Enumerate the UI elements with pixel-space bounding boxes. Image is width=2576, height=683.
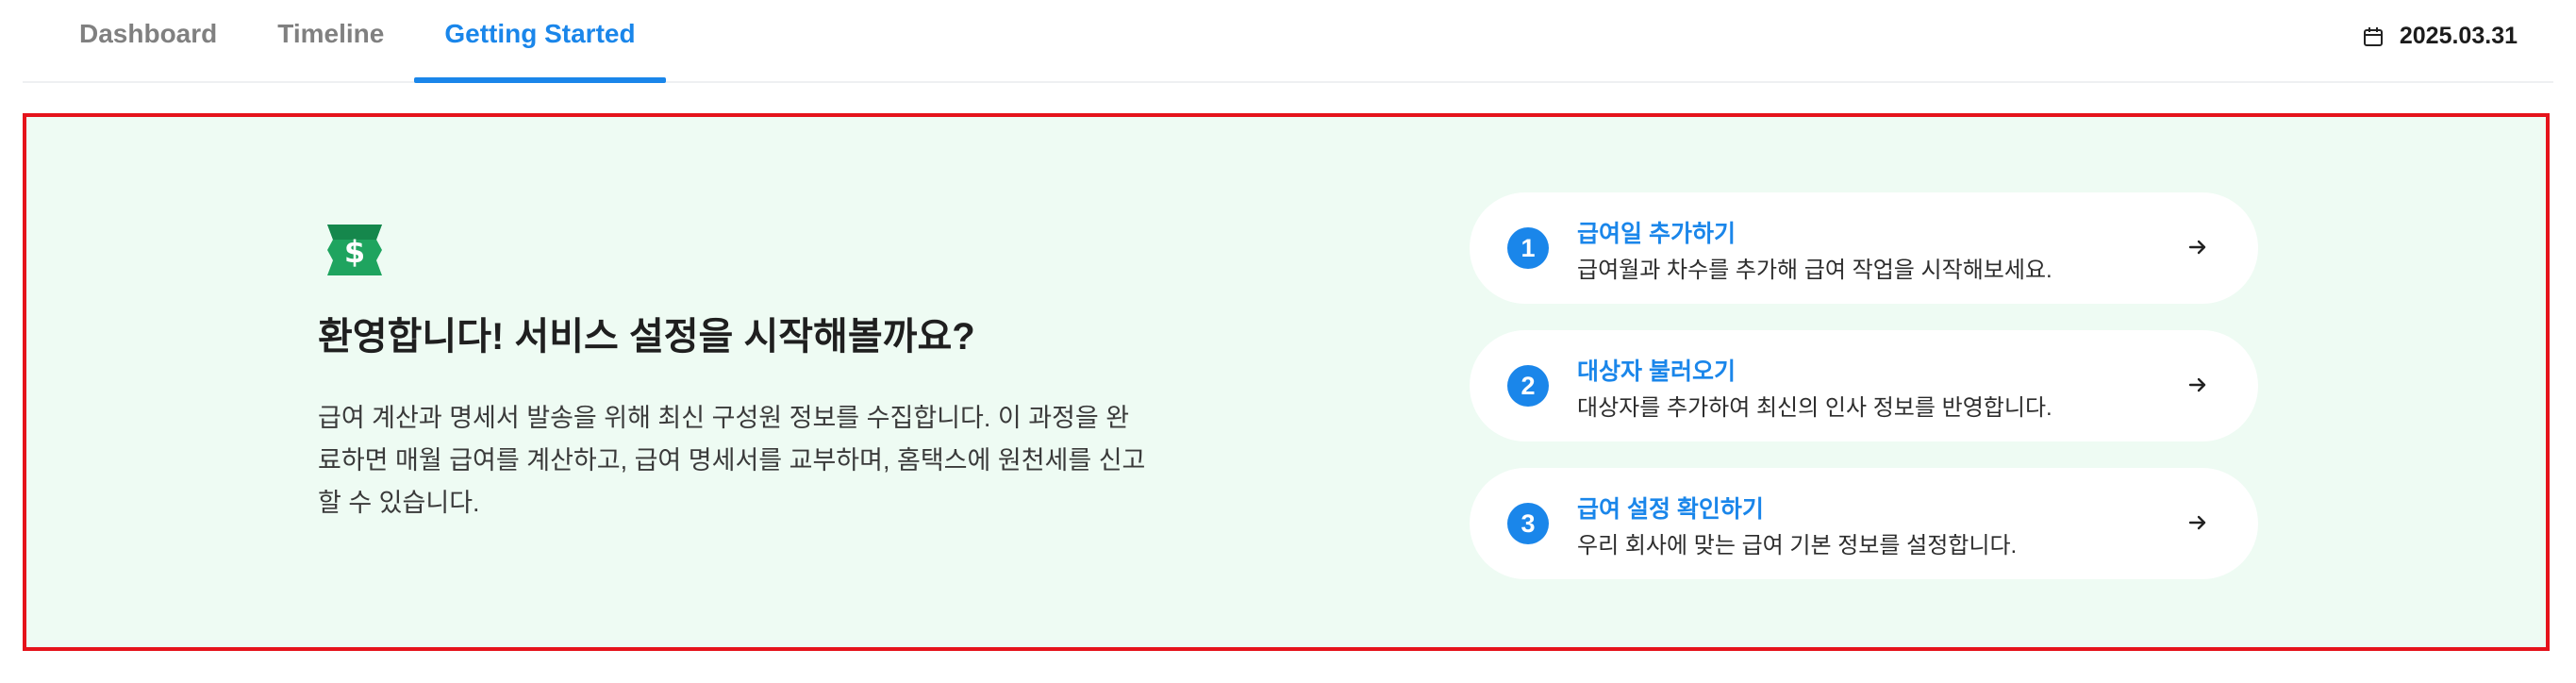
svg-text:$: $ (344, 234, 365, 270)
tab-getting-started[interactable]: Getting Started (414, 0, 666, 83)
top-navigation: Dashboard Timeline Getting Started 2025.… (23, 0, 2553, 83)
tab-bar: Dashboard Timeline Getting Started (49, 0, 666, 83)
current-date: 2025.03.31 (2362, 23, 2518, 50)
calendar-icon (2363, 26, 2383, 46)
step-title: 대상자 불러오기 (1577, 358, 1736, 385)
arrow-right-icon (2188, 515, 2206, 530)
welcome-description: 급여 계산과 명세서 발송을 위해 최신 구성원 정보를 수집합니다. 이 과정… (318, 404, 1146, 517)
step-number-badge: 2 (1507, 365, 1549, 407)
step-card-check-payroll-settings[interactable]: 3 급여 설정 확인하기 우리 회사에 맞는 급여 기본 정보를 설정합니다. (1470, 468, 2258, 579)
step-list: 1 급여일 추가하기 급여월과 차수를 추가해 급여 작업을 시작해보세요. 2… (1470, 192, 2258, 606)
arrow-right-icon (2188, 377, 2206, 392)
step-title: 급여 설정 확인하기 (1577, 496, 1764, 523)
money-icon: $ (327, 225, 382, 275)
tab-timeline[interactable]: Timeline (247, 0, 414, 81)
step-card-import-targets[interactable]: 2 대상자 불러오기 대상자를 추가하여 최신의 인사 정보를 반영합니다. (1470, 330, 2258, 441)
getting-started-panel: $ 환영합니다! 서비스 설정을 시작해볼까요? 급여 계산과 명세서 발송을 … (23, 113, 2550, 651)
step-title: 급여일 추가하기 (1577, 221, 1736, 247)
tab-dashboard[interactable]: Dashboard (49, 0, 247, 81)
welcome-title: 환영합니다! 서비스 설정을 시작해볼까요? (318, 316, 975, 358)
step-number-badge: 1 (1507, 227, 1549, 269)
step-description: 급여월과 차수를 추가해 급여 작업을 시작해보세요. (1577, 258, 2052, 283)
step-description: 대상자를 추가하여 최신의 인사 정보를 반영합니다. (1577, 395, 2052, 421)
step-number-badge: 3 (1507, 503, 1549, 544)
step-card-add-payday[interactable]: 1 급여일 추가하기 급여월과 차수를 추가해 급여 작업을 시작해보세요. (1470, 192, 2258, 304)
step-description: 우리 회사에 맞는 급여 기본 정보를 설정합니다. (1577, 533, 2018, 558)
arrow-right-icon (2188, 240, 2206, 255)
date-value: 2025.03.31 (2399, 23, 2518, 49)
